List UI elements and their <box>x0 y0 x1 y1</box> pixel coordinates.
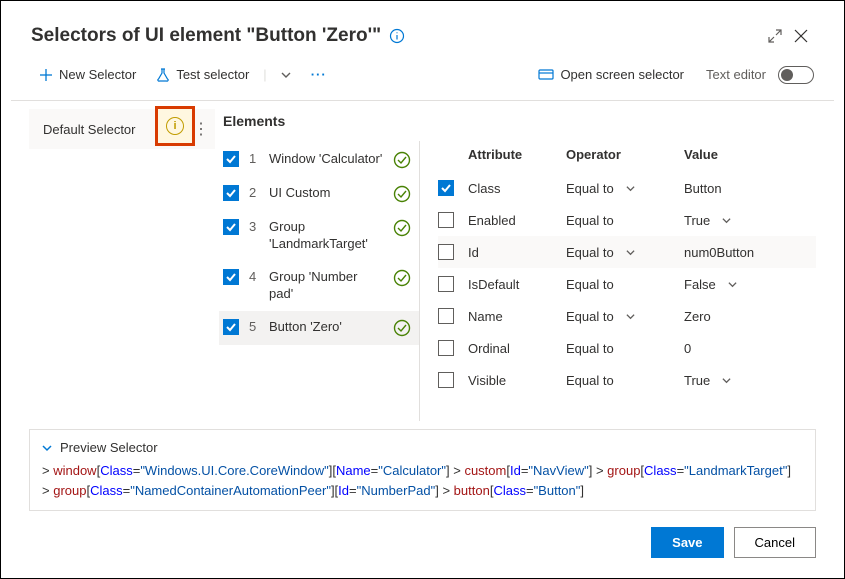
attribute-row[interactable]: Visible Equal to True <box>438 364 816 396</box>
chevron-down-icon <box>42 443 52 453</box>
info-icon[interactable] <box>389 28 405 44</box>
element-row[interactable]: 2 UI Custom <box>219 177 419 211</box>
checkbox[interactable] <box>438 340 454 356</box>
element-index: 4 <box>249 269 259 284</box>
attribute-value[interactable]: Button <box>684 181 816 196</box>
ok-icon <box>393 151 411 169</box>
attribute-operator[interactable]: Equal to <box>566 341 676 356</box>
chevron-down-icon[interactable] <box>626 184 635 193</box>
test-selector-dropdown[interactable] <box>273 66 299 84</box>
screen-icon <box>538 68 554 82</box>
selector-menu-button[interactable]: ⋮ <box>193 119 209 139</box>
checkbox[interactable] <box>223 219 239 235</box>
checkbox[interactable] <box>223 151 239 167</box>
save-button[interactable]: Save <box>651 527 723 558</box>
ok-icon <box>393 319 411 337</box>
attribute-value[interactable]: 0 <box>684 341 816 356</box>
element-name: Group 'Number pad' <box>269 269 383 303</box>
attribute-value[interactable]: True <box>684 213 816 228</box>
element-name: UI Custom <box>269 185 383 202</box>
element-index: 3 <box>249 219 259 234</box>
attribute-row[interactable]: IsDefault Equal to False <box>438 268 816 300</box>
attribute-name: Class <box>468 181 558 196</box>
checkbox[interactable] <box>438 308 454 324</box>
attr-head-value: Value <box>684 147 816 162</box>
cancel-button[interactable]: Cancel <box>734 527 816 558</box>
text-editor-toggle[interactable] <box>778 66 814 84</box>
element-row[interactable]: 5 Button 'Zero' <box>219 311 419 345</box>
attribute-value[interactable]: True <box>684 373 816 388</box>
preview-selector-toggle[interactable]: Preview Selector <box>42 440 803 455</box>
attribute-operator[interactable]: Equal to <box>566 373 676 388</box>
checkbox[interactable] <box>438 212 454 228</box>
checkbox[interactable] <box>223 269 239 285</box>
element-index: 2 <box>249 185 259 200</box>
warning-icon: i <box>166 117 184 135</box>
close-button[interactable] <box>788 23 814 49</box>
plus-icon <box>39 68 53 82</box>
ok-icon <box>393 219 411 237</box>
warning-highlight: i <box>155 106 195 146</box>
element-name: Button 'Zero' <box>269 319 383 336</box>
attribute-name: Name <box>468 309 558 324</box>
attribute-value[interactable]: Zero <box>684 309 816 324</box>
attribute-row[interactable]: Ordinal Equal to 0 <box>438 332 816 364</box>
dialog-title: Selectors of UI element "Button 'Zero'" <box>31 25 381 47</box>
attr-head-attribute: Attribute <box>468 147 558 162</box>
test-selector-button[interactable]: Test selector <box>148 63 257 86</box>
new-selector-button[interactable]: New Selector <box>31 63 144 86</box>
attribute-row[interactable]: Class Equal to Button <box>438 172 816 204</box>
attribute-operator[interactable]: Equal to <box>566 181 676 196</box>
checkbox[interactable] <box>438 372 454 388</box>
checkbox[interactable] <box>223 185 239 201</box>
selector-list-item[interactable]: Default Selector i ⋮ <box>29 109 215 149</box>
attribute-name: Id <box>468 245 558 260</box>
attribute-operator[interactable]: Equal to <box>566 245 676 260</box>
new-selector-label: New Selector <box>59 67 136 82</box>
open-screen-selector-button[interactable]: Open screen selector <box>530 63 692 86</box>
checkbox[interactable] <box>438 276 454 292</box>
element-row[interactable]: 4 Group 'Number pad' <box>219 261 419 311</box>
chevron-down-icon[interactable] <box>722 216 731 225</box>
attribute-value[interactable]: num0Button <box>684 245 816 260</box>
attribute-name: Visible <box>468 373 558 388</box>
attribute-name: Enabled <box>468 213 558 228</box>
preview-selector-label: Preview Selector <box>60 440 158 455</box>
test-selector-label: Test selector <box>176 67 249 82</box>
ok-icon <box>393 269 411 287</box>
attribute-operator[interactable]: Equal to <box>566 277 676 292</box>
element-name: Window 'Calculator' <box>269 151 383 168</box>
attribute-row[interactable]: Name Equal to Zero <box>438 300 816 332</box>
chevron-down-icon[interactable] <box>722 376 731 385</box>
chevron-down-icon[interactable] <box>626 248 635 257</box>
checkbox[interactable] <box>223 319 239 335</box>
element-row[interactable]: 3 Group 'LandmarkTarget' <box>219 211 419 261</box>
attribute-operator[interactable]: Equal to <box>566 309 676 324</box>
attribute-name: Ordinal <box>468 341 558 356</box>
attr-head-operator: Operator <box>566 147 676 162</box>
attribute-name: IsDefault <box>468 277 558 292</box>
attribute-operator[interactable]: Equal to <box>566 213 676 228</box>
expand-button[interactable] <box>762 23 788 49</box>
element-index: 1 <box>249 151 259 166</box>
text-editor-label: Text editor <box>706 67 766 82</box>
element-index: 5 <box>249 319 259 334</box>
ok-icon <box>393 185 411 203</box>
elements-title: Elements <box>219 109 419 143</box>
more-button[interactable]: ··· <box>303 63 335 86</box>
element-row[interactable]: 1 Window 'Calculator' <box>219 143 419 177</box>
chevron-down-icon[interactable] <box>728 280 737 289</box>
preview-selector-text: > window[Class="Windows.UI.Core.CoreWind… <box>42 461 803 500</box>
open-screen-selector-label: Open screen selector <box>560 67 684 82</box>
attribute-row[interactable]: Enabled Equal to True <box>438 204 816 236</box>
attribute-value[interactable]: False <box>684 277 816 292</box>
checkbox[interactable] <box>438 180 454 196</box>
element-name: Group 'LandmarkTarget' <box>269 219 383 253</box>
chevron-down-icon[interactable] <box>626 312 635 321</box>
checkbox[interactable] <box>438 244 454 260</box>
attribute-row[interactable]: Id Equal to num0Button <box>438 236 816 268</box>
flask-icon <box>156 68 170 82</box>
